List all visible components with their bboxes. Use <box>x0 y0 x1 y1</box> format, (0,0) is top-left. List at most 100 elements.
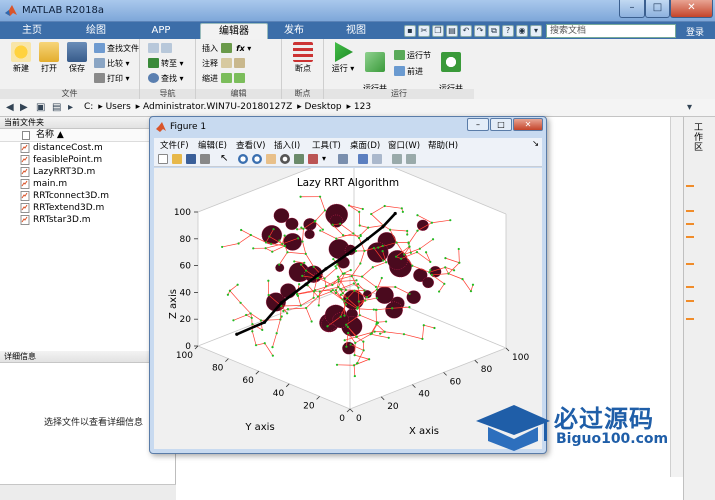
run-advance-icon <box>365 52 385 72</box>
figure-title-bar[interactable]: Figure 1 – □ ✕ <box>150 117 546 137</box>
tab-apps[interactable]: APP <box>135 23 187 39</box>
print-button[interactable]: 打印 ▾ <box>94 72 130 85</box>
folder-up-icon[interactable]: ▣ <box>36 102 45 113</box>
undo-icon[interactable]: ↶ <box>460 25 472 37</box>
figure-minimize-button[interactable]: – <box>467 118 489 131</box>
figure-title: Figure 1 <box>170 122 207 132</box>
brush-icon[interactable] <box>308 154 318 164</box>
tab-view[interactable]: 视图 <box>330 23 382 39</box>
help-icon[interactable]: ? <box>502 25 514 37</box>
community-icon[interactable]: ◉ <box>516 25 528 37</box>
breadcrumb-desktop[interactable]: Desktop <box>305 102 342 112</box>
tree-node <box>281 242 284 246</box>
redo-icon[interactable]: ↷ <box>474 25 486 37</box>
tree-node <box>353 364 356 367</box>
menu-tools[interactable]: 工具(T) <box>312 139 341 151</box>
y-tick-label: 80 <box>212 364 224 374</box>
minimize-button[interactable]: – <box>619 0 645 18</box>
code-marker[interactable] <box>686 300 694 302</box>
menu-insert[interactable]: 插入(I) <box>274 139 300 151</box>
tree-node <box>447 272 450 275</box>
indent-button[interactable]: 缩进 <box>202 72 247 85</box>
figure-maximize-button[interactable]: □ <box>490 118 512 131</box>
menu-dock-icon[interactable]: ↘ <box>532 139 539 149</box>
back-forward-buttons[interactable] <box>148 42 174 55</box>
code-marker[interactable] <box>686 210 694 212</box>
find-files-button[interactable]: 查找文件 <box>94 42 139 55</box>
code-marker[interactable] <box>686 236 694 238</box>
quick-save-icon[interactable]: ▪ <box>404 25 416 37</box>
menu-help[interactable]: 帮助(H) <box>428 139 458 151</box>
tab-publish[interactable]: 发布 <box>268 23 320 39</box>
breadcrumb-drive[interactable]: C: <box>84 102 93 112</box>
breadcrumb-folder[interactable]: 123 <box>354 102 371 112</box>
colorbar-icon[interactable] <box>358 154 368 164</box>
save-figure-icon[interactable] <box>186 154 196 164</box>
tab-plots[interactable]: 绘图 <box>70 23 122 39</box>
cut-icon[interactable]: ✂ <box>418 25 430 37</box>
figure-close-button[interactable]: ✕ <box>513 118 543 131</box>
tree-node <box>403 253 406 256</box>
comment-button[interactable]: 注释 <box>202 57 247 70</box>
new-figure-icon[interactable] <box>158 154 168 164</box>
tab-editor[interactable]: 编辑器 <box>200 23 268 39</box>
code-marker[interactable] <box>686 263 694 265</box>
menu-file[interactable]: 文件(F) <box>160 139 189 151</box>
goto-button[interactable]: 转至 ▾ <box>148 57 184 70</box>
breadcrumb-users[interactable]: Users <box>106 102 131 112</box>
back-arrow-icon[interactable]: ◀ <box>6 102 14 113</box>
advance-button[interactable]: 前进 <box>394 65 423 78</box>
paste-icon[interactable]: ▤ <box>446 25 458 37</box>
compare-button[interactable]: 比较 ▾ <box>94 57 130 70</box>
m-file-icon <box>20 191 30 201</box>
browse-folder-icon[interactable]: ▤ <box>52 102 61 113</box>
hide-plot-tools-icon[interactable] <box>392 154 402 164</box>
search-input[interactable]: 搜索文档 <box>546 24 676 38</box>
show-plot-tools-icon[interactable] <box>406 154 416 164</box>
print-figure-icon[interactable] <box>200 154 210 164</box>
zoom-in-icon[interactable] <box>238 154 248 164</box>
login-link[interactable]: 登录 <box>686 25 704 38</box>
code-marker[interactable] <box>686 223 694 225</box>
pan-hand-icon[interactable] <box>266 154 276 164</box>
copy-icon[interactable]: ❐ <box>432 25 444 37</box>
pointer-icon[interactable]: ↖ <box>220 154 230 164</box>
path-dropdown-icon[interactable]: ▾ <box>687 102 692 113</box>
tree-node <box>336 275 340 278</box>
open-button[interactable]: 打开 <box>36 42 62 74</box>
legend-icon[interactable] <box>372 154 382 164</box>
insert-button[interactable]: 插入 fx ▾ <box>202 42 251 55</box>
open-file-icon[interactable] <box>172 154 182 164</box>
rotate-3d-icon[interactable] <box>280 154 290 164</box>
save-button[interactable]: 保存 <box>64 42 90 74</box>
select-all-checkbox[interactable] <box>22 131 30 140</box>
tree-node <box>310 320 313 323</box>
menu-view[interactable]: 查看(V) <box>236 139 265 151</box>
navigate-group: 转至 ▾ 查找 ▾ 导航 <box>140 39 196 99</box>
run-section-button[interactable]: 运行节 <box>394 49 431 62</box>
code-marker[interactable] <box>686 318 694 320</box>
brush-dropdown-icon[interactable]: ▾ <box>322 154 332 164</box>
obstacle-sphere <box>375 286 394 304</box>
close-button[interactable]: ✕ <box>670 0 713 18</box>
code-marker[interactable] <box>686 286 694 288</box>
switch-windows-icon[interactable]: ⧉ <box>488 25 500 37</box>
data-cursor-icon[interactable] <box>294 154 304 164</box>
breakpoints-button[interactable]: 断点 <box>290 42 316 74</box>
new-button[interactable]: 新建 <box>8 42 34 74</box>
run-button[interactable]: 运行 ▾ <box>328 42 358 74</box>
menu-window[interactable]: 窗口(W) <box>388 139 420 151</box>
y-tick-label: 100 <box>176 351 193 361</box>
find-button[interactable]: 查找 ▾ <box>148 72 184 85</box>
menu-edit[interactable]: 编辑(E) <box>198 139 227 151</box>
zoom-out-icon[interactable] <box>252 154 262 164</box>
tab-home[interactable]: 主页 <box>6 23 58 39</box>
breadcrumb-user[interactable]: Administrator.WIN7U-20180127Z <box>143 102 292 112</box>
menu-desktop[interactable]: 桌面(D) <box>350 139 380 151</box>
dropdown-icon[interactable]: ▾ <box>530 25 542 37</box>
find-files-icon <box>94 43 105 53</box>
link-plot-icon[interactable] <box>338 154 348 164</box>
maximize-button[interactable]: □ <box>645 0 670 18</box>
forward-arrow-icon[interactable]: ▶ <box>20 102 28 113</box>
code-marker[interactable] <box>686 185 694 187</box>
